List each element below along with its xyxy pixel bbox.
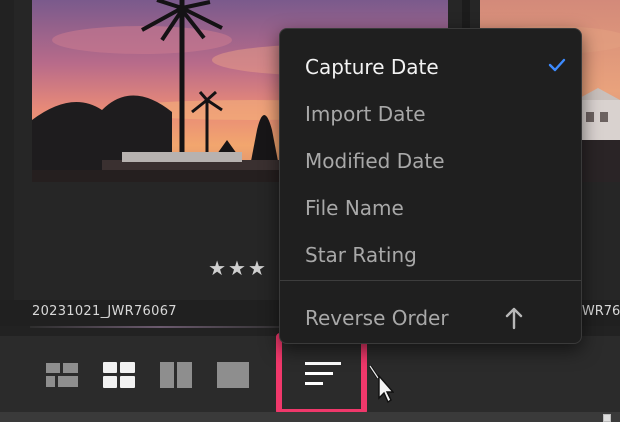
menu-divider bbox=[280, 280, 581, 281]
photo-filename: JWR76068 bbox=[578, 304, 620, 319]
menu-item-file-name[interactable]: File Name bbox=[280, 188, 581, 228]
menu-item-modified-date[interactable]: Modified Date bbox=[280, 141, 581, 181]
menu-item-reverse-order[interactable]: Reverse Order bbox=[280, 298, 581, 338]
sort-menu: Capture Date Import Date Modified Date F… bbox=[279, 28, 582, 344]
menu-item-star-rating[interactable]: Star Rating bbox=[280, 235, 581, 275]
photo-filename: 20231021_JWR76067 bbox=[32, 304, 177, 319]
sort-button-highlight bbox=[276, 333, 367, 415]
checkmark-icon bbox=[548, 57, 566, 77]
menu-item-import-date[interactable]: Import Date bbox=[280, 94, 581, 134]
status-strip bbox=[0, 412, 620, 422]
arrow-up-icon bbox=[505, 306, 523, 334]
large-grid-view-icon[interactable] bbox=[103, 362, 135, 388]
square-grid-view-icon[interactable] bbox=[46, 363, 78, 387]
menu-item-label: Reverse Order bbox=[305, 306, 449, 330]
single-view-icon[interactable] bbox=[217, 362, 249, 388]
menu-item-label: Star Rating bbox=[305, 243, 417, 267]
resize-handle[interactable] bbox=[603, 414, 611, 422]
menu-item-capture-date[interactable]: Capture Date bbox=[280, 47, 581, 87]
menu-item-label: File Name bbox=[305, 196, 404, 220]
menu-item-label: Capture Date bbox=[305, 55, 439, 79]
load-progress-line bbox=[30, 326, 290, 328]
menu-item-label: Import Date bbox=[305, 102, 426, 126]
compare-view-icon[interactable] bbox=[160, 362, 192, 388]
menu-item-label: Modified Date bbox=[305, 149, 445, 173]
mouse-pointer-icon bbox=[368, 364, 395, 408]
